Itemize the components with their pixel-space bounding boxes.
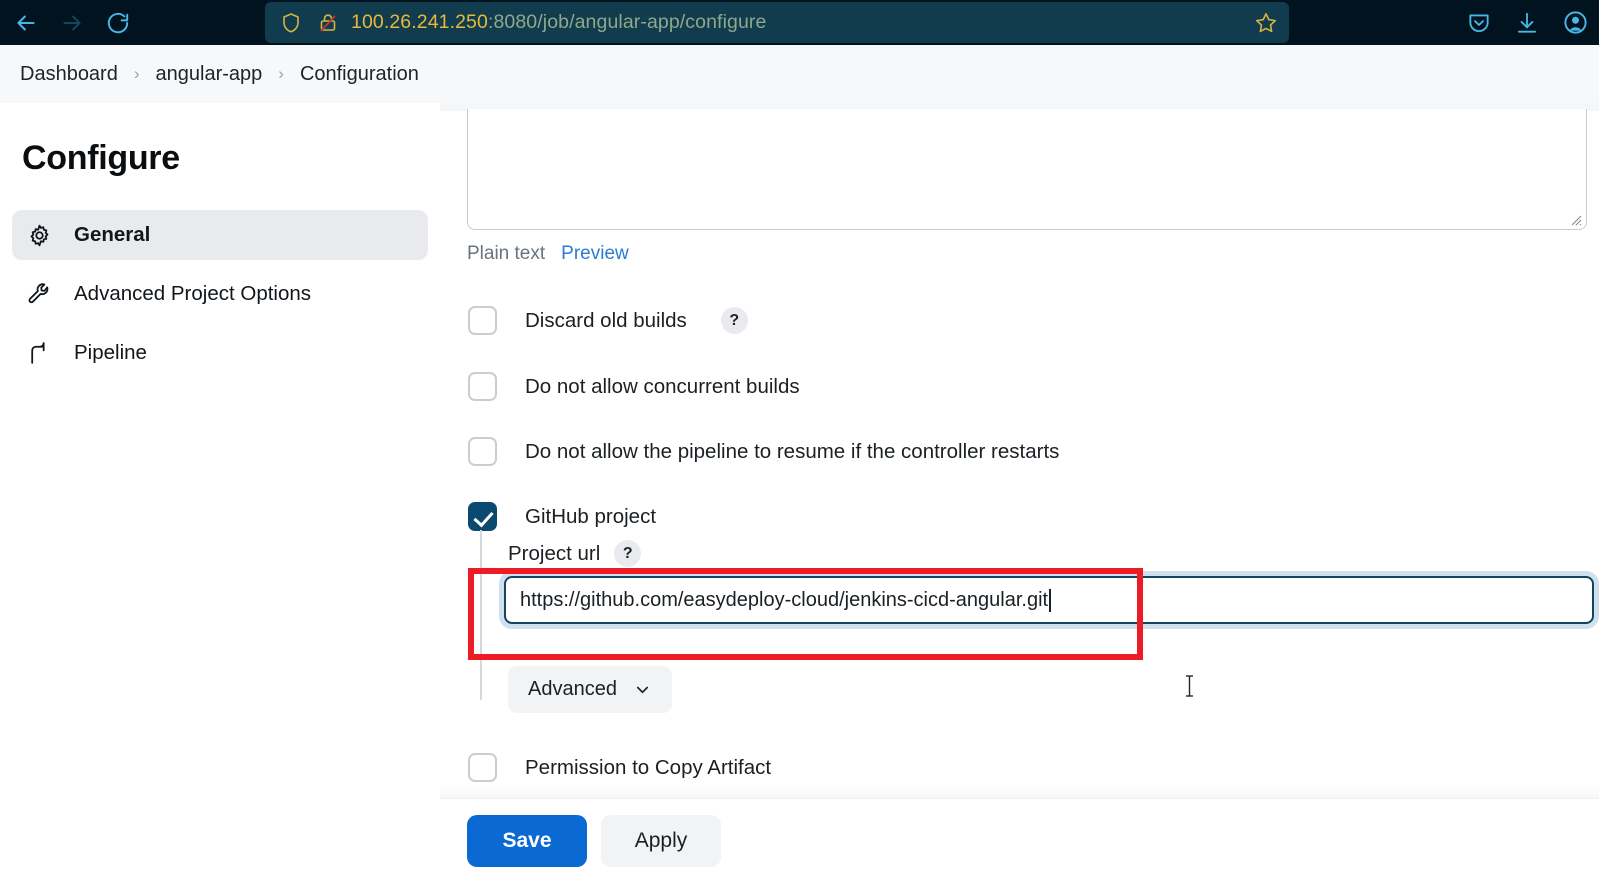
preview-link[interactable]: Preview <box>561 243 629 265</box>
project-url-input[interactable]: https://github.com/easydeploy-cloud/jenk… <box>504 576 1594 624</box>
pipeline-icon <box>26 340 52 366</box>
no-resume-on-restart-checkbox[interactable] <box>468 437 497 466</box>
wrench-icon <box>26 281 52 307</box>
breadcrumb-item-angular-app[interactable]: angular-app <box>146 59 273 90</box>
address-bar[interactable]: 100.26.241.250:8080/job/angular-app/conf… <box>265 2 1289 43</box>
project-url-label-text: Project url <box>508 541 601 565</box>
pocket-icon[interactable] <box>1466 10 1492 36</box>
account-icon[interactable] <box>1562 9 1589 36</box>
github-project-checkbox[interactable] <box>468 502 497 531</box>
checkbox-row-discard-old-builds[interactable]: Discard old builds ? <box>468 306 748 335</box>
project-url-input-value: https://github.com/easydeploy-cloud/jenk… <box>520 588 1049 611</box>
breadcrumb-separator: › <box>133 64 140 83</box>
help-icon[interactable]: ? <box>614 540 642 567</box>
save-button[interactable]: Save <box>467 815 587 867</box>
url-host: 100.26.241.250 <box>351 11 488 33</box>
page-body: Configure General Advanced Project Optio… <box>0 103 1599 883</box>
configure-sidebar: Configure General Advanced Project Optio… <box>0 103 440 883</box>
sidebar-item-list: General Advanced Project Options Pipelin… <box>12 210 428 378</box>
sidebar-item-label: Advanced Project Options <box>74 282 312 305</box>
apply-button[interactable]: Apply <box>601 815 721 867</box>
sidebar-item-label: Pipeline <box>74 341 147 364</box>
checkbox-label: Discard old builds <box>525 308 687 332</box>
breadcrumb-separator: › <box>278 64 284 83</box>
project-url-label: Project url ? <box>508 540 642 567</box>
description-markup-row: Plain text Preview <box>467 243 629 265</box>
project-url-input-wrap: https://github.com/easydeploy-cloud/jenk… <box>504 576 1594 624</box>
tracking-protection-shield-icon[interactable] <box>279 11 303 35</box>
gear-icon <box>26 222 52 248</box>
browser-nav-buttons <box>0 3 138 43</box>
advanced-button[interactable]: Advanced <box>508 666 672 713</box>
checkbox-label: Do not allow concurrent builds <box>525 374 800 398</box>
url-path: :8080/job/angular-app/configure <box>487 11 767 33</box>
checkbox-row-no-resume-on-restart[interactable]: Do not allow the pipeline to resume if t… <box>468 437 1059 466</box>
description-textarea[interactable] <box>467 109 1587 230</box>
sidebar-item-advanced-project-options[interactable]: Advanced Project Options <box>12 269 428 319</box>
sidebar-item-label: General <box>74 223 151 246</box>
permission-to-copy-artifact-checkbox[interactable] <box>468 753 497 782</box>
checkbox-label: Do not allow the pipeline to resume if t… <box>525 439 1060 463</box>
help-icon[interactable]: ? <box>720 307 748 334</box>
sidebar-item-general[interactable]: General <box>12 210 428 260</box>
footer-fade <box>440 784 1599 798</box>
plain-text-label: Plain text <box>467 243 546 264</box>
breadcrumb-item-dashboard[interactable]: Dashboard <box>10 59 128 90</box>
checkbox-label: Permission to Copy Artifact <box>525 755 772 779</box>
address-bar-url[interactable]: 100.26.241.250:8080/job/angular-app/conf… <box>351 11 1253 34</box>
downloads-icon[interactable] <box>1514 10 1540 36</box>
breadcrumb-item-configuration[interactable]: Configuration <box>290 59 429 90</box>
browser-toolbar: 100.26.241.250:8080/job/angular-app/conf… <box>0 0 1599 45</box>
configure-form: Plain text Preview Discard old builds ? … <box>440 103 1599 883</box>
text-caret <box>1049 588 1052 612</box>
sidebar-item-pipeline[interactable]: Pipeline <box>12 328 428 378</box>
checkbox-row-permission-to-copy-artifact[interactable]: Permission to Copy Artifact <box>468 753 771 782</box>
back-arrow-icon[interactable] <box>6 3 46 43</box>
mouse-text-cursor <box>1184 673 1195 699</box>
browser-toolbar-right <box>1466 0 1589 45</box>
page-title: Configure <box>22 139 180 177</box>
reload-icon[interactable] <box>98 3 138 43</box>
nested-group-rule <box>480 530 482 700</box>
breadcrumb: Dashboard › angular-app › Configuration <box>0 45 1599 103</box>
insecure-connection-lock-icon[interactable] <box>317 11 339 35</box>
checkbox-label: GitHub project <box>525 504 657 528</box>
chevron-down-icon <box>633 680 652 699</box>
no-concurrent-builds-checkbox[interactable] <box>468 372 497 401</box>
resize-grip-icon[interactable] <box>1568 212 1582 226</box>
checkbox-row-github-project[interactable]: GitHub project <box>468 502 656 531</box>
advanced-button-label: Advanced <box>528 678 617 700</box>
discard-old-builds-checkbox[interactable] <box>468 306 497 335</box>
checkbox-row-no-concurrent-builds[interactable]: Do not allow concurrent builds <box>468 372 800 401</box>
form-action-bar: Save Apply <box>440 798 1599 883</box>
forward-arrow-icon[interactable] <box>52 3 92 43</box>
star-icon[interactable] <box>1253 10 1279 36</box>
